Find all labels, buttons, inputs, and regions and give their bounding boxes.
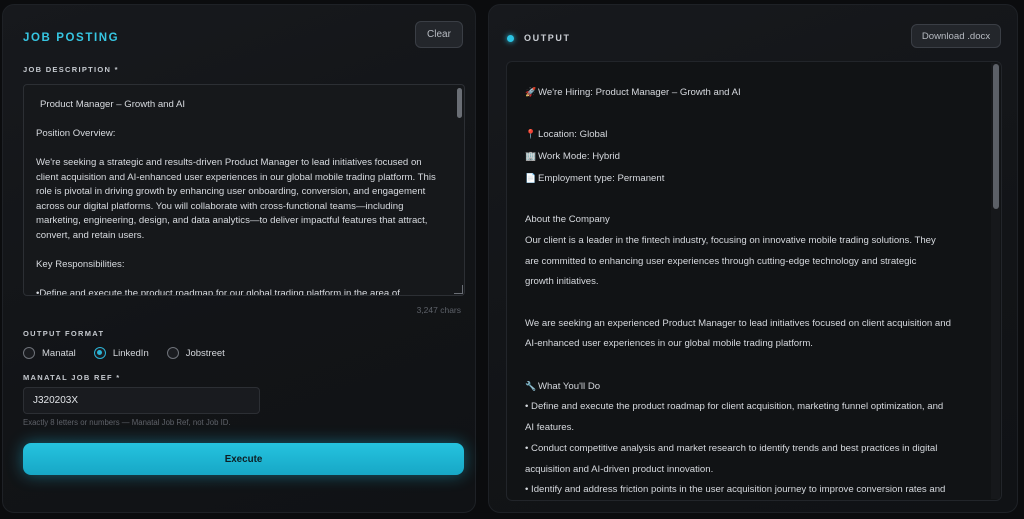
job-description-paragraph: We're seeking a strategic and results-dr…: [36, 157, 436, 241]
radio-circle-icon: [166, 347, 179, 359]
job-ref-hint: Exactly 8 letters or numbers — Manatal J…: [23, 418, 231, 427]
radio-linkedin[interactable]: LinkedIn: [93, 347, 149, 359]
output-header: OUTPUT: [507, 33, 571, 43]
manatal-job-ref-label: MANATAL JOB REF *: [23, 373, 121, 382]
output-line: About the Company: [525, 210, 971, 231]
output-format-label: OUTPUT FORMAT: [23, 329, 105, 338]
output-line: • Define and execute the product roadmap…: [525, 397, 971, 418]
radio-jobstreet[interactable]: Jobstreet: [166, 347, 225, 359]
output-line: are committed to enhancing user experien…: [525, 252, 971, 273]
output-line-text: AI features.: [525, 422, 575, 434]
status-dot-icon: [507, 34, 514, 42]
output-line-text: We are seeking an experienced Product Ma…: [525, 317, 951, 329]
output-line-text: are committed to enhancing user experien…: [525, 255, 917, 267]
emoji-icon: 📍: [525, 129, 537, 140]
emoji-icon: 🏢: [525, 151, 537, 162]
output-line-text: We're Hiring: Product Manager – Growth a…: [538, 87, 741, 98]
emoji-icon: 🔧: [525, 380, 537, 391]
job-posting-panel: JOB POSTING Clear JOB DESCRIPTION * Prod…: [2, 4, 476, 513]
output-line-text: Location: Global: [538, 129, 608, 141]
output-line-text: What You'll Do: [538, 380, 601, 392]
emoji-icon: 🚀: [525, 87, 537, 97]
output-line: acquisition and AI-driven product innova…: [525, 460, 971, 481]
output-line-text: • Define and execute the product roadmap…: [525, 401, 944, 413]
output-line: • Conduct competitive analysis and marke…: [525, 439, 971, 460]
output-line-text: Employment type: Permanent: [538, 172, 665, 184]
output-line-text: • Conduct competitive analysis and marke…: [525, 442, 938, 454]
output-scrollbar[interactable]: [993, 64, 999, 209]
output-text: 🚀 We're Hiring: Product Manager – Growth …: [507, 62, 1001, 500]
radio-label: Jobstreet: [185, 347, 225, 359]
job-description-paragraph: •Define and execute the product roadmap …: [36, 287, 400, 296]
output-panel: OUTPUT Download .docx 🚀 We're Hiring: Pro…: [488, 4, 1018, 513]
output-line-text: AI-enhanced user experiences in our glob…: [525, 338, 813, 350]
output-line: growth initiatives.: [525, 272, 971, 293]
manatal-job-ref-input[interactable]: J320203X: [23, 387, 260, 414]
job-description-paragraph: Product Manager – Growth and AI: [40, 99, 186, 110]
output-line: AI-enhanced user experiences in our glob…: [525, 334, 971, 355]
output-line: 🏢 Work Mode: Hybrid: [525, 146, 971, 168]
output-line-text: About the Company: [525, 214, 610, 226]
radio-label: Manatal: [42, 347, 76, 359]
output-line: 📍 Location: Global: [525, 124, 971, 146]
char-count: 3,247 chars: [416, 305, 461, 315]
output-box[interactable]: 🚀 We're Hiring: Product Manager – Growth …: [506, 61, 1002, 501]
output-line: We are seeking an experienced Product Ma…: [525, 314, 971, 335]
resize-handle[interactable]: [454, 285, 463, 294]
output-line: 📄 Employment type: Permanent: [525, 168, 971, 190]
radio-manatal[interactable]: Manatal: [23, 347, 76, 359]
download-docx-button[interactable]: Download .docx: [911, 24, 1001, 48]
output-line: • Identify and address friction points i…: [525, 480, 971, 500]
radio-circle-icon: [23, 347, 35, 359]
job-posting-title: JOB POSTING: [23, 32, 120, 44]
output-format-radio-group: Manatal LinkedIn Jobstreet: [23, 345, 243, 361]
output-line-text: acquisition and AI-driven product innova…: [525, 463, 714, 475]
radio-label: LinkedIn: [112, 347, 149, 359]
output-title: OUTPUT: [524, 33, 571, 43]
job-description-text: Product Manager – Growth and AI Position …: [24, 85, 464, 296]
textarea-scrollbar[interactable]: [457, 88, 462, 118]
clear-button[interactable]: Clear: [415, 21, 463, 48]
job-description-label: JOB DESCRIPTION *: [23, 65, 119, 74]
radio-circle-icon: [93, 347, 106, 359]
emoji-icon: 📄: [525, 172, 537, 183]
output-line-text: Our client is a leader in the fintech in…: [525, 234, 936, 246]
output-line: Our client is a leader in the fintech in…: [525, 231, 971, 252]
job-description-paragraph: Key Responsibilities:: [36, 258, 125, 270]
output-line: 🚀 We're Hiring: Product Manager – Growth …: [525, 82, 971, 104]
output-line-text: Work Mode: Hybrid: [538, 151, 620, 163]
output-line: 🔧 What You'll Do: [525, 376, 971, 398]
execute-button[interactable]: Execute: [23, 443, 464, 475]
job-description-paragraph: Position Overview:: [36, 128, 116, 139]
output-line-text: growth initiatives.: [525, 276, 599, 288]
output-line-text: • Identify and address friction points i…: [525, 484, 946, 496]
output-line: AI features.: [525, 418, 971, 439]
job-description-textarea[interactable]: Product Manager – Growth and AI Position …: [23, 84, 465, 296]
